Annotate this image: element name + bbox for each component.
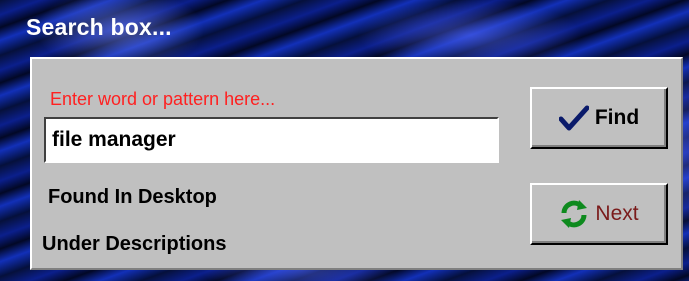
find-button-label: Find (594, 106, 640, 129)
checkmark-icon (558, 105, 589, 131)
refresh-arrows-icon (559, 199, 589, 229)
found-in-label: Found In Desktop (48, 186, 217, 208)
next-button-label: Next (595, 202, 639, 225)
search-input[interactable] (44, 117, 499, 163)
search-prompt-label: Enter word or pattern here... (50, 89, 276, 109)
search-window: Search box... Enter word or pattern here… (0, 0, 689, 281)
under-label: Under Descriptions (42, 233, 227, 255)
window-title: Search box... (26, 14, 172, 40)
find-button[interactable]: Find (530, 87, 668, 149)
search-panel: Enter word or pattern here... Found In D… (30, 57, 683, 270)
next-button[interactable]: Next (530, 183, 668, 245)
